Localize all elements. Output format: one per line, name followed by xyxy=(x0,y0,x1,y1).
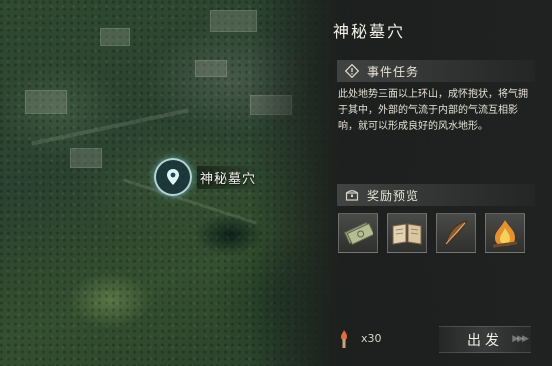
diamond-info-icon xyxy=(345,64,359,78)
location-marker[interactable]: 神秘墓穴 xyxy=(154,158,263,196)
cost-count: x30 xyxy=(361,332,382,345)
reward-list xyxy=(338,213,525,253)
reward-slot-book[interactable] xyxy=(387,213,427,253)
reward-slot-banknote[interactable] xyxy=(338,213,378,253)
action-bar: x30 出发 ▶▶▶ xyxy=(337,326,531,353)
reward-slot-campfire[interactable] xyxy=(485,213,525,253)
torch-icon xyxy=(341,329,347,348)
feather-quill-icon xyxy=(445,220,468,246)
reward-section-title: 奖励预览 xyxy=(367,188,420,203)
game-screen: 神秘墓穴 神秘墓穴 事件任务 此处地势三面以上环山，成怀抱状，将气拥于其中，外部… xyxy=(0,0,552,366)
reward-section-header: 奖励预览 xyxy=(337,184,535,206)
info-panel-background xyxy=(250,0,552,366)
event-section-title: 事件任务 xyxy=(367,64,420,79)
open-book-icon xyxy=(392,223,422,245)
reward-slot-feather[interactable] xyxy=(436,213,476,253)
map-building xyxy=(25,90,67,114)
banknote-icon xyxy=(343,221,373,245)
chevron-right-icon: ▶▶▶ xyxy=(512,334,529,344)
map-pin-icon[interactable] xyxy=(154,158,192,196)
depart-button[interactable]: 出发 ▶▶▶ xyxy=(439,326,531,353)
map-building xyxy=(70,148,102,168)
location-title: 神秘墓穴 xyxy=(333,22,406,41)
marker-label[interactable]: 神秘墓穴 xyxy=(197,165,263,189)
depart-button-label: 出发 xyxy=(467,332,503,349)
cost-display: x30 xyxy=(337,326,382,351)
event-description: 此处地势三面以上环山，成怀抱状，将气拥于其中，外部的气流于内部的气流互相影响，就… xyxy=(338,89,528,132)
map-building xyxy=(100,28,130,46)
event-section-header: 事件任务 xyxy=(337,60,535,82)
chest-icon xyxy=(345,188,359,202)
campfire-icon xyxy=(492,220,518,248)
map-building xyxy=(195,60,227,77)
